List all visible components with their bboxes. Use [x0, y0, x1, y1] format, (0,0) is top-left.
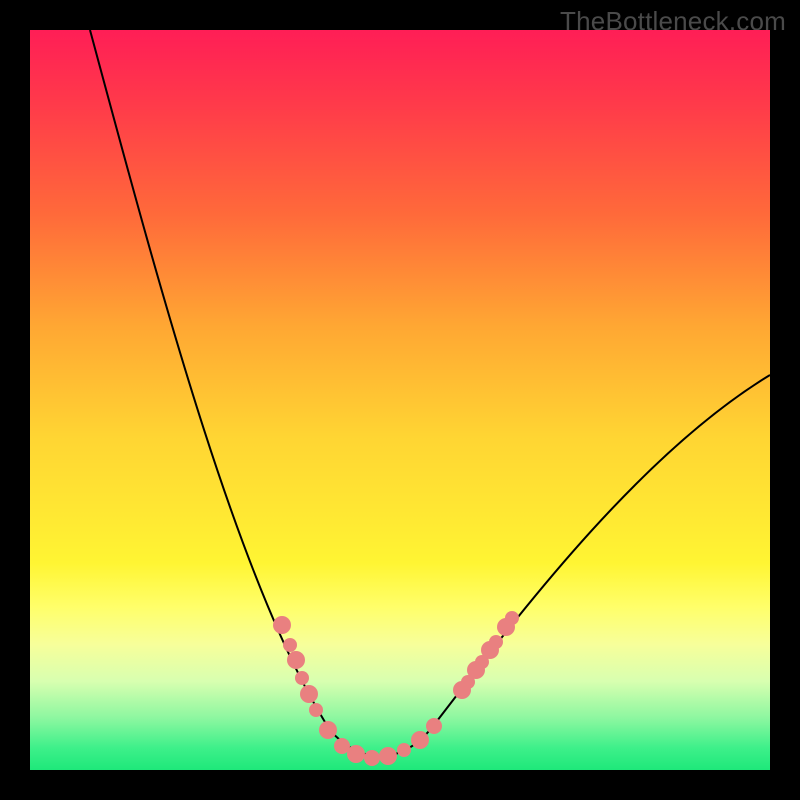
- curve-marker: [300, 685, 318, 703]
- curve-marker: [379, 747, 397, 765]
- curve-marker: [364, 750, 380, 766]
- curve-marker: [411, 731, 429, 749]
- chart-frame: TheBottleneck.com: [0, 0, 800, 800]
- curve-marker: [397, 743, 411, 757]
- marker-group: [273, 611, 519, 766]
- curve-marker: [309, 703, 323, 717]
- curve-marker: [426, 718, 442, 734]
- curve-marker: [287, 651, 305, 669]
- curve-marker: [319, 721, 337, 739]
- curve-marker: [295, 671, 309, 685]
- plot-area: [30, 30, 770, 770]
- curve-marker: [273, 616, 291, 634]
- curve-marker: [505, 611, 519, 625]
- curve-marker: [489, 635, 503, 649]
- curve-svg: [30, 30, 770, 770]
- bottleneck-curve: [90, 30, 770, 756]
- curve-marker: [283, 638, 297, 652]
- curve-marker: [347, 745, 365, 763]
